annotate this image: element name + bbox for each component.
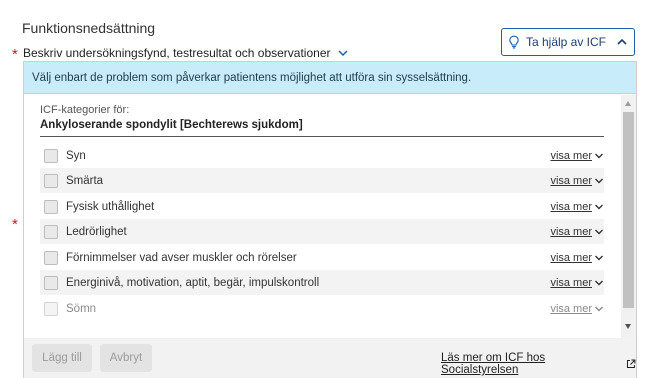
- show-more-label: visa mer: [550, 302, 592, 315]
- required-marker: *: [12, 46, 18, 63]
- checkbox[interactable]: [44, 301, 58, 316]
- list-item: Sömn visa mer: [40, 296, 604, 321]
- checkbox[interactable]: [44, 148, 58, 163]
- chevron-down-icon: [595, 178, 603, 183]
- divider: [40, 136, 604, 137]
- checkbox[interactable]: [44, 224, 58, 239]
- chevron-down-icon: [337, 50, 348, 57]
- show-more-link[interactable]: visa mer: [550, 303, 604, 315]
- item-label: Sömn: [66, 302, 97, 315]
- category-label: ICF-kategorier för:: [40, 104, 130, 116]
- icf-panel: Välj enbart de problem som påverkar pati…: [23, 61, 637, 378]
- icf-help-button[interactable]: Ta hjälp av ICF: [501, 28, 635, 56]
- cancel-button[interactable]: Avbryt: [100, 344, 152, 372]
- checkbox[interactable]: [44, 275, 58, 290]
- show-more-label: visa mer: [550, 251, 592, 264]
- external-link-icon: [627, 359, 636, 368]
- item-label: Smärta: [66, 174, 104, 187]
- diagnosis-title: Ankyloserande spondylit [Bechterews sjuk…: [40, 119, 303, 131]
- panel-footer: Lägg till Avbryt Läs mer om ICF hos Soci…: [24, 338, 636, 378]
- scroll-up-arrow-icon[interactable]: [625, 101, 631, 106]
- chevron-down-icon: [595, 306, 603, 311]
- show-more-link[interactable]: visa mer: [550, 201, 604, 213]
- item-label: Syn: [66, 149, 86, 162]
- required-marker-list: *: [12, 216, 18, 233]
- chevron-down-icon: [595, 204, 603, 209]
- show-more-link[interactable]: visa mer: [550, 226, 604, 238]
- scroll-down-arrow-icon[interactable]: [625, 324, 631, 329]
- info-text: Välj enbart de problem som påverkar pati…: [32, 71, 472, 84]
- list-item: Fysisk uthållighet visa mer: [40, 194, 604, 219]
- chevron-down-icon: [595, 153, 603, 158]
- description-label: Beskriv undersökningsfynd, testresultat …: [23, 46, 331, 60]
- item-label: Förnimmelser vad avser muskler och rörel…: [66, 251, 297, 264]
- chevron-down-icon: [595, 229, 603, 234]
- section-title: Funktionsnedsättning: [22, 20, 156, 36]
- show-more-label: visa mer: [550, 200, 592, 213]
- show-more-link[interactable]: visa mer: [550, 175, 604, 187]
- add-button[interactable]: Lägg till: [32, 344, 92, 372]
- checkbox[interactable]: [44, 250, 58, 265]
- show-more-link[interactable]: visa mer: [550, 150, 604, 162]
- chevron-down-icon: [595, 255, 603, 260]
- show-more-label: visa mer: [550, 225, 592, 238]
- item-label: Ledrörlighet: [66, 225, 127, 238]
- show-more-label: visa mer: [550, 174, 592, 187]
- info-banner: Välj enbart de problem som påverkar pati…: [24, 62, 636, 94]
- icf-category-list: ICF-kategorier för: Ankyloserande spondy…: [24, 95, 636, 338]
- checkbox[interactable]: [44, 199, 58, 214]
- list-item: Energinivå, motivation, aptit, begär, im…: [40, 270, 604, 295]
- list-item: Ledrörlighet visa mer: [40, 219, 604, 244]
- item-label: Fysisk uthållighet: [66, 200, 155, 213]
- read-more-label: Läs mer om ICF hos Socialstyrelsen: [441, 352, 546, 376]
- show-more-link[interactable]: visa mer: [550, 252, 604, 264]
- read-more-link[interactable]: Läs mer om ICF hos Socialstyrelsen: [441, 352, 636, 376]
- show-more-link[interactable]: visa mer: [550, 277, 604, 289]
- scrollbar-thumb[interactable]: [623, 112, 634, 308]
- show-more-label: visa mer: [550, 276, 592, 289]
- icf-help-label: Ta hjälp av ICF: [525, 35, 607, 49]
- show-more-label: visa mer: [550, 149, 592, 162]
- list-item: Syn visa mer: [40, 143, 604, 168]
- scrollbar[interactable]: [621, 95, 636, 338]
- description-toggle[interactable]: Beskriv undersökningsfynd, testresultat …: [23, 46, 349, 60]
- lightbulb-icon: [509, 35, 519, 49]
- chevron-up-icon: [617, 38, 627, 45]
- item-label: Energinivå, motivation, aptit, begär, im…: [66, 276, 320, 289]
- chevron-down-icon: [595, 280, 603, 285]
- list-item: Smärta visa mer: [40, 168, 604, 193]
- checkbox[interactable]: [44, 173, 58, 188]
- list-item: Förnimmelser vad avser muskler och rörel…: [40, 245, 604, 270]
